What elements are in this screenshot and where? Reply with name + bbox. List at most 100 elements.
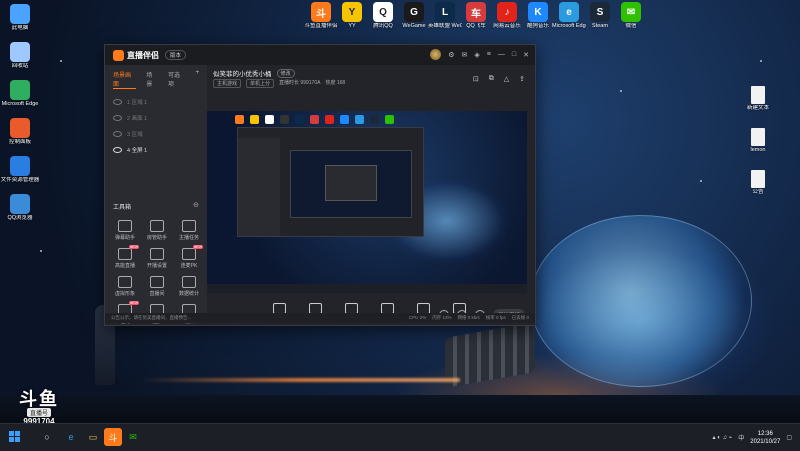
stream-preview[interactable] <box>207 111 527 293</box>
wallpaper-lightbulb <box>530 215 752 387</box>
maximize-icon[interactable]: □ <box>512 51 516 58</box>
desktop-icon[interactable]: ✉ 微信 <box>614 2 648 30</box>
source-item[interactable]: 2 画面 1 <box>105 110 207 126</box>
version-pill[interactable]: 版本 <box>165 50 187 60</box>
subcategory-chip[interactable]: 单机上分 <box>246 79 275 88</box>
minimize-icon[interactable]: — <box>498 51 505 58</box>
desktop-icon[interactable]: K 酷狗音乐 <box>521 2 555 30</box>
eye-icon[interactable] <box>113 147 122 153</box>
user-icon <box>150 220 164 232</box>
share-icon[interactable]: ⇪ <box>519 75 525 83</box>
source-item[interactable]: 3 区域 <box>105 126 207 142</box>
live-companion-window[interactable]: 直播伴侣 版本 ⚙ ✉ ◈ ≡ — □ ✕ 场景画面 场景 可选项 + 1 区域… <box>104 44 536 326</box>
tool-item[interactable]: NEW 高能直播 <box>109 245 141 269</box>
category-chip[interactable]: 主机游戏 <box>213 79 242 88</box>
desktop-icon[interactable]: e Microsoft Edge <box>552 2 586 30</box>
clock[interactable]: 12:36 2021/10/27 <box>750 430 780 446</box>
tool-item[interactable]: 直播间 <box>141 276 173 297</box>
lol-icon: L <box>435 2 455 22</box>
douyu-watermark-logo: 斗鱼 <box>19 389 59 409</box>
tool-label: 高能直播 <box>114 263 135 269</box>
tray-icons[interactable]: ▴ ◐ ♫ ⌁ <box>713 434 733 441</box>
tool-item[interactable]: 房管助手 <box>141 220 173 241</box>
room-actions: ⊡ ⧉ △ ⇪ <box>473 75 525 83</box>
document-icon <box>751 128 765 146</box>
tab-scene-screen[interactable]: 场景画面 <box>113 70 137 89</box>
douyu-icon[interactable]: 斗 <box>104 428 122 446</box>
wechat-icon[interactable]: ✉ <box>124 428 142 446</box>
eye-icon[interactable] <box>113 115 122 121</box>
tool-label: 直播间 <box>149 291 165 297</box>
tool-label: 弹幕助手 <box>114 235 135 241</box>
desktop-icon-label: 回收站 <box>11 63 29 69</box>
tool-item[interactable]: 数据统计 <box>173 276 205 297</box>
window-title-bar[interactable]: 直播伴侣 版本 ⚙ ✉ ◈ ≡ — □ ✕ <box>105 45 535 65</box>
settings-icon[interactable]: ⚙ <box>448 51 454 59</box>
wallpaper-star <box>40 250 42 252</box>
desktop-icon-label: 酷狗音乐 <box>526 23 549 29</box>
search-icon[interactable]: ○ <box>38 428 56 446</box>
task-icon <box>182 220 196 232</box>
lock-icon[interactable]: ⊡ <box>473 75 479 83</box>
source-item[interactable]: 4 全屏 1 <box>105 142 207 158</box>
desktop-icon[interactable]: lemon <box>738 128 778 154</box>
toolbox-collapse-icon[interactable]: ⊖ <box>193 201 199 209</box>
toolbox-grid: 弹幕助手 房管助手 主播任务 NEW 高能直播 开播设置 NEW 连麦PK 虚拟形象 直播间 数据统… <box>109 220 205 325</box>
desktop-icon[interactable]: 斗斗鱼直播伴侣 <box>304 2 338 30</box>
preview-icon <box>340 114 349 124</box>
notification-center-icon[interactable]: ▢ <box>786 434 792 441</box>
edit-room-button[interactable]: 修改 <box>276 68 295 78</box>
desktop-icon[interactable]: 文件资源管理器 <box>0 156 40 184</box>
preview-icon <box>295 114 304 124</box>
tool-item[interactable]: NEW 连麦PK <box>173 245 205 269</box>
tool-item[interactable]: 开播设置 <box>141 248 173 269</box>
douyu-icon: 斗 <box>311 2 331 22</box>
desktop-icon-label: Microsoft Edge <box>1 101 39 107</box>
screen-icon <box>150 276 164 288</box>
clock-time: 12:36 <box>757 430 773 437</box>
tool-item[interactable]: 虚拟形象 <box>109 276 141 297</box>
desktop-icon[interactable]: 新建文本 <box>738 86 778 112</box>
notification-icon[interactable]: △ <box>504 75 509 83</box>
desktop-icon[interactable]: S Steam <box>583 2 617 30</box>
desktop-icon[interactable]: 公告 <box>738 170 778 196</box>
tool-label: 虚拟形象 <box>114 291 135 297</box>
eye-icon[interactable] <box>113 99 122 105</box>
message-icon[interactable]: ✉ <box>462 51 468 59</box>
announcement-text[interactable]: 公告公示，请在优美直播间，直播预告... <box>111 315 191 321</box>
desktop-icon[interactable]: Q 腾讯QQ <box>366 2 400 30</box>
screenshot-icon[interactable]: ⧉ <box>489 75 494 83</box>
source-item[interactable]: 1 区域 1 <box>105 94 207 110</box>
tool-item[interactable]: 主播任务 <box>173 220 205 241</box>
desktop-icon[interactable]: ♪ 网易云音乐 <box>490 2 524 30</box>
desktop-icon[interactable]: L英雄联盟 WeGame版 <box>428 2 462 30</box>
tab-scene[interactable]: 场景 <box>146 70 158 89</box>
skin-icon[interactable]: ◈ <box>474 51 479 59</box>
eye-icon[interactable] <box>113 131 122 137</box>
preview-icon <box>385 114 394 124</box>
desktop-icon[interactable]: QQ浏览器 <box>0 194 40 222</box>
stat-item: 网络 0 kb/s <box>457 315 480 320</box>
desktop-icon[interactable]: Y YY <box>335 2 369 30</box>
yy-icon: Y <box>342 2 362 22</box>
desktop-icon[interactable]: 回收站 <box>0 42 40 70</box>
input-method[interactable]: 中 <box>738 433 744 442</box>
wechat-icon: ✉ <box>621 2 641 22</box>
tool-item[interactable]: 弹幕助手 <box>109 220 141 241</box>
folder-icon[interactable]: ▭ <box>84 428 102 446</box>
main-panel: 似笑菲的小优秀小桶 修改 主机游戏 单机上分 直播时长 999170A 热度 1… <box>207 65 535 323</box>
tab-options[interactable]: 可选项 <box>168 70 186 89</box>
new-badge: NEW <box>192 245 203 249</box>
desktop-icon[interactable]: 车 QQ飞车 <box>459 2 493 30</box>
wallpaper-glow-wire <box>140 378 460 382</box>
close-icon[interactable]: ✕ <box>523 51 529 59</box>
desktop-icon[interactable]: G WeGame <box>397 2 431 30</box>
desktop-icon[interactable]: 控制面板 <box>0 118 40 146</box>
desktop-icon[interactable]: 此电脑 <box>0 4 40 32</box>
add-scene-icon[interactable]: + <box>196 70 200 89</box>
desktop-icon[interactable]: Microsoft Edge <box>0 80 40 108</box>
windows-start-icon[interactable] <box>6 428 24 446</box>
edge-icon[interactable]: e <box>62 428 80 446</box>
menu-icon[interactable]: ≡ <box>487 51 491 58</box>
avatar[interactable] <box>430 49 442 60</box>
